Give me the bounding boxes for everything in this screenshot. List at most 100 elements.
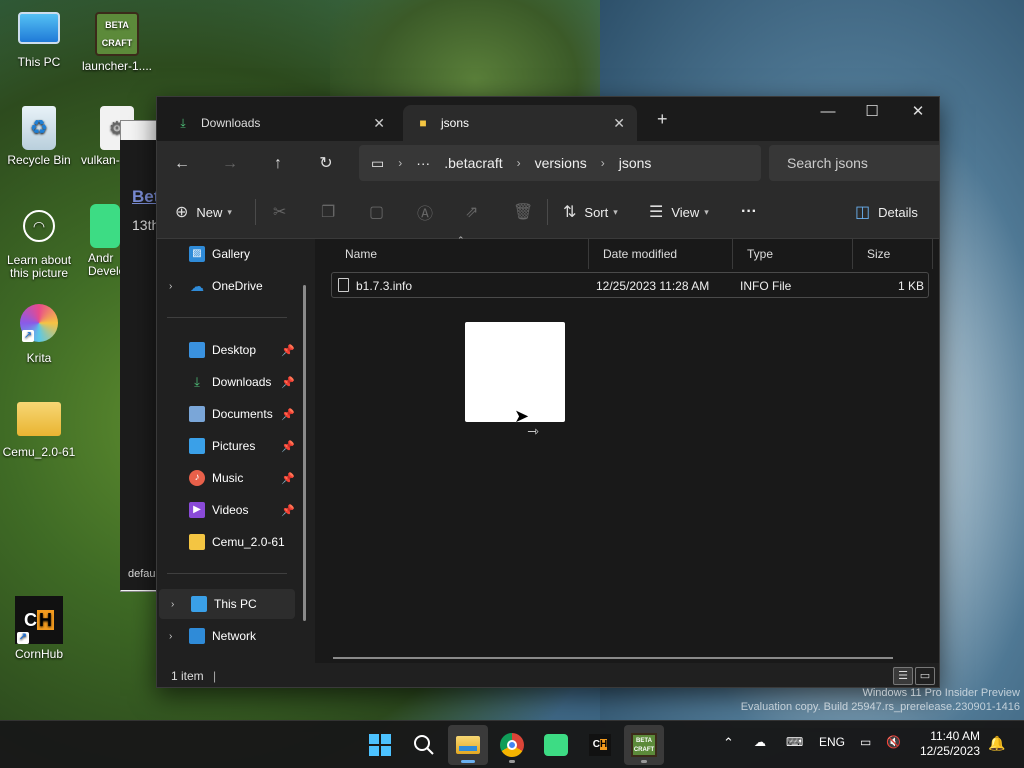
search-button[interactable] — [404, 725, 444, 765]
taskbar-file-explorer[interactable] — [448, 725, 488, 765]
chevron-right-icon[interactable]: › — [169, 281, 172, 292]
nav-item-pictures[interactable]: Pictures 📌 — [157, 431, 307, 461]
breadcrumb-jsons[interactable]: jsons — [619, 155, 652, 171]
sort-label: Sort — [584, 204, 609, 220]
taskbar: CH BETA CRAFT ⌃ ☁ ⌨ ENG ▭ 🔇 11:40 AM 12/2… — [0, 720, 1024, 768]
start-button[interactable] — [360, 725, 400, 765]
chevron-right-icon[interactable]: › — [171, 599, 174, 610]
cloud-offline-icon[interactable]: ☁ — [754, 735, 766, 749]
close-tab-icon[interactable]: ✕ — [613, 115, 625, 132]
divider — [547, 199, 548, 225]
cloud-icon: ☁ — [190, 278, 204, 294]
nav-scrollbar[interactable] — [303, 285, 306, 621]
back-button[interactable]: ← — [167, 149, 197, 179]
nav-item-this-pc[interactable]: › This PC — [159, 589, 295, 619]
language-indicator[interactable]: ENG — [819, 735, 845, 749]
desktop-icon-recycle-bin[interactable]: ♻ Recycle Bin — [1, 106, 77, 167]
desktop-icon-learn-about-picture[interactable]: ◠ Learn about this picture — [1, 210, 77, 280]
tiles-view-toggle[interactable]: ▭ — [915, 667, 935, 685]
file-size: 1 KB — [897, 279, 924, 293]
table-row[interactable]: b1.7.3.info 12/25/2023 11:28 AM INFO Fil… — [331, 272, 929, 298]
new-button[interactable]: ⊕ New ▾ — [175, 197, 232, 227]
column-header-date[interactable]: Date modified — [589, 239, 733, 269]
share-button[interactable]: ⇗ — [465, 197, 486, 227]
sort-icon: ⇅ — [563, 204, 577, 221]
desktop-icon-cornhub[interactable]: C H ↗ CornHub — [1, 596, 77, 661]
desktop-icon-android-dev[interactable]: Andr Develo — [84, 204, 125, 278]
nav-item-documents[interactable]: Documents 📌 — [157, 399, 307, 429]
sort-button[interactable]: ⇅ Sort ▾ — [563, 197, 618, 227]
taskbar-cornhub[interactable]: CH — [580, 725, 620, 765]
nav-item-downloads[interactable]: ⤓ Downloads 📌 — [157, 367, 307, 397]
copy-icon: ❐ — [321, 204, 336, 221]
desktop-icon-launcher[interactable]: BETA CRAFT launcher-1.... — [79, 12, 155, 73]
more-options-button[interactable]: ··· — [741, 197, 757, 227]
paste-button[interactable]: ▢ — [369, 197, 392, 227]
view-button[interactable]: ☰ View ▾ — [649, 197, 709, 227]
desktop-icon-krita[interactable]: ↗ Krita — [1, 304, 77, 365]
address-bar[interactable]: ▭ › ··· .betacraft › versions › jsons — [359, 145, 761, 181]
running-indicator — [641, 760, 647, 763]
up-button[interactable]: ↑ — [263, 149, 293, 179]
breadcrumb-versions[interactable]: versions — [535, 155, 587, 171]
chevron-right-icon: › — [398, 156, 403, 170]
computer-icon — [191, 596, 207, 612]
column-header-name[interactable]: Name — [331, 239, 589, 269]
nav-item-onedrive[interactable]: › ☁ OneDrive — [157, 271, 307, 301]
network-status-icon[interactable]: ▭ — [860, 735, 871, 749]
tab-jsons[interactable]: ■ jsons ✕ — [403, 105, 637, 141]
cut-button[interactable]: ✂ — [273, 197, 294, 227]
shortcut-arrow-icon: ↗ — [22, 330, 34, 342]
taskbar-betacraft[interactable]: BETA CRAFT — [624, 725, 664, 765]
copy-button[interactable]: ❐ — [321, 197, 343, 227]
column-header-type[interactable]: Type — [733, 239, 853, 269]
rename-button[interactable]: Ⓐ — [417, 197, 441, 227]
tab-downloads[interactable]: ⤓ Downloads ✕ — [163, 105, 397, 141]
pin-icon: 📌 — [281, 376, 295, 389]
tab-label: Downloads — [201, 116, 261, 130]
minimize-button[interactable]: — — [805, 97, 851, 127]
pin-icon: 📌 — [281, 504, 295, 517]
nav-item-gallery[interactable]: ▨ Gallery — [157, 239, 307, 269]
pin-icon: 📌 — [281, 408, 295, 421]
close-tab-icon[interactable]: ✕ — [373, 115, 385, 132]
desktop-icon-this-pc[interactable]: This PC — [1, 12, 77, 69]
details-button[interactable]: ◫ Details — [855, 197, 918, 227]
details-view-toggle[interactable]: ☰ — [893, 667, 913, 685]
desktop-icon-cemu[interactable]: Cemu_2.0-61 — [1, 402, 77, 459]
new-tab-button[interactable]: + — [657, 109, 668, 130]
pictures-icon — [189, 438, 205, 454]
keyboard-icon[interactable]: ⌨ — [786, 735, 803, 749]
search-input[interactable]: Search jsons — [769, 145, 939, 181]
nav-item-videos[interactable]: ▶ Videos 📌 — [157, 495, 307, 525]
taskbar-android-studio[interactable] — [536, 725, 576, 765]
refresh-button[interactable]: ↻ — [311, 149, 341, 179]
background-browser-window[interactable]: Bet 13th defau — [120, 140, 160, 590]
delete-button[interactable]: 🗑 — [513, 197, 541, 227]
nav-item-music[interactable]: ♪ Music 📌 — [157, 463, 307, 493]
show-hidden-icons-button[interactable]: ⌃ — [723, 735, 734, 751]
desktop-icon-label: Krita — [26, 351, 52, 365]
desktop-icon-vulkan[interactable]: ⚙ vulkan- — [78, 106, 134, 167]
chevron-right-icon[interactable]: › — [169, 631, 172, 642]
clock-date: 12/25/2023 — [919, 744, 980, 758]
breadcrumb-betacraft[interactable]: .betacraft — [444, 155, 502, 171]
breadcrumb-more[interactable]: ··· — [416, 155, 430, 171]
taskbar-chrome[interactable] — [492, 725, 532, 765]
horizontal-scrollbar[interactable] — [333, 657, 893, 659]
notification-bell-icon[interactable]: 🔔 — [988, 735, 1005, 752]
close-window-button[interactable]: ✕ — [895, 97, 939, 127]
volume-muted-icon[interactable]: 🔇 — [886, 735, 901, 749]
nav-item-network[interactable]: › Network — [157, 621, 307, 651]
nav-item-desktop[interactable]: Desktop 📌 — [157, 335, 307, 365]
maximize-button[interactable]: ☐ — [849, 97, 895, 127]
desktop-icon-label: Learn about this picture — [6, 253, 72, 280]
download-icon: ⤓ — [194, 374, 200, 389]
forward-button[interactable]: → — [215, 149, 245, 179]
chevron-down-icon: ▾ — [704, 206, 709, 217]
nav-item-cemu[interactable]: Cemu_2.0-61 — [157, 527, 307, 557]
column-header-size[interactable]: Size — [853, 239, 933, 269]
chevron-down-icon: ▾ — [613, 206, 618, 217]
folder-icon — [189, 534, 205, 550]
clock[interactable]: 11:40 AM 12/25/2023 — [918, 729, 980, 759]
